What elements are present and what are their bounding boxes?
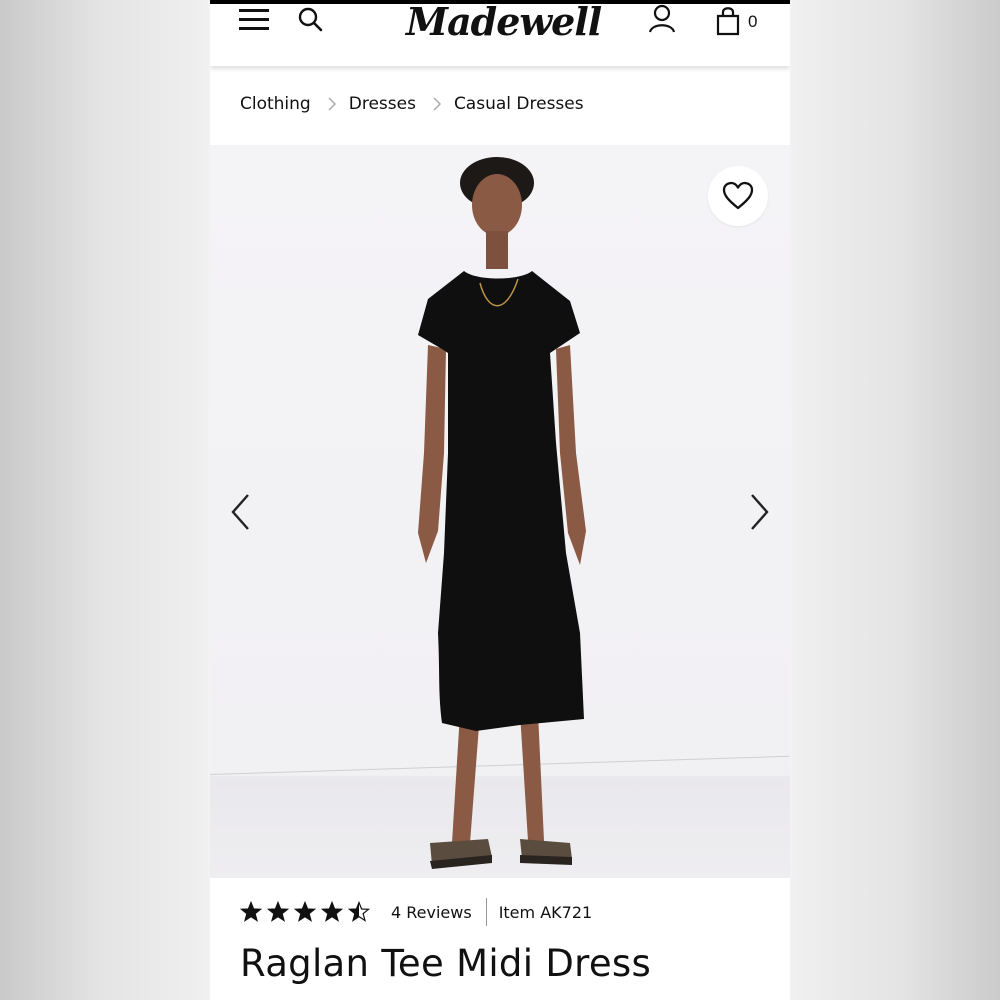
- hamburger-menu-icon[interactable]: [238, 6, 270, 36]
- next-image-chevron-right-icon[interactable]: [746, 492, 772, 532]
- previous-image-chevron-left-icon[interactable]: [228, 492, 254, 532]
- shopping-bag-icon[interactable]: [715, 6, 741, 36]
- madewell-logo[interactable]: Madewell: [406, 0, 602, 46]
- breadcrumb: Clothing Dresses Casual Dresses: [240, 90, 584, 118]
- star-half-icon: [348, 901, 370, 922]
- star-full-icon: [294, 901, 316, 922]
- reviews-link[interactable]: 4 Reviews: [391, 903, 472, 922]
- site-header: Madewell 0: [210, 0, 790, 66]
- product-image-carousel[interactable]: [210, 145, 790, 878]
- star-full-icon: [321, 901, 343, 922]
- item-number: Item AK721: [498, 902, 593, 922]
- account-icon[interactable]: [648, 4, 676, 34]
- breadcrumb-item-clothing[interactable]: Clothing: [240, 94, 311, 114]
- product-photo-model: [418, 157, 586, 869]
- chevron-right-icon: [328, 97, 336, 111]
- wishlist-button[interactable]: [708, 166, 768, 226]
- meta-divider: [485, 898, 487, 926]
- breadcrumb-item-casual-dresses[interactable]: Casual Dresses: [454, 94, 584, 114]
- breadcrumb-item-dresses[interactable]: Dresses: [349, 94, 416, 114]
- star-rating[interactable]: [240, 901, 375, 923]
- product-meta-row: 4 Reviews Item AK721: [240, 897, 592, 927]
- product-page: Madewell 0 Clothing Dresses Casual Dress…: [210, 0, 790, 1000]
- star-full-icon: [267, 901, 289, 922]
- product-title: Raglan Tee Midi Dress: [240, 942, 652, 985]
- heart-icon: [722, 181, 754, 210]
- bag-count: 0: [748, 12, 758, 31]
- chevron-right-icon: [433, 97, 441, 111]
- star-full-icon: [240, 901, 262, 922]
- search-icon[interactable]: [298, 6, 324, 34]
